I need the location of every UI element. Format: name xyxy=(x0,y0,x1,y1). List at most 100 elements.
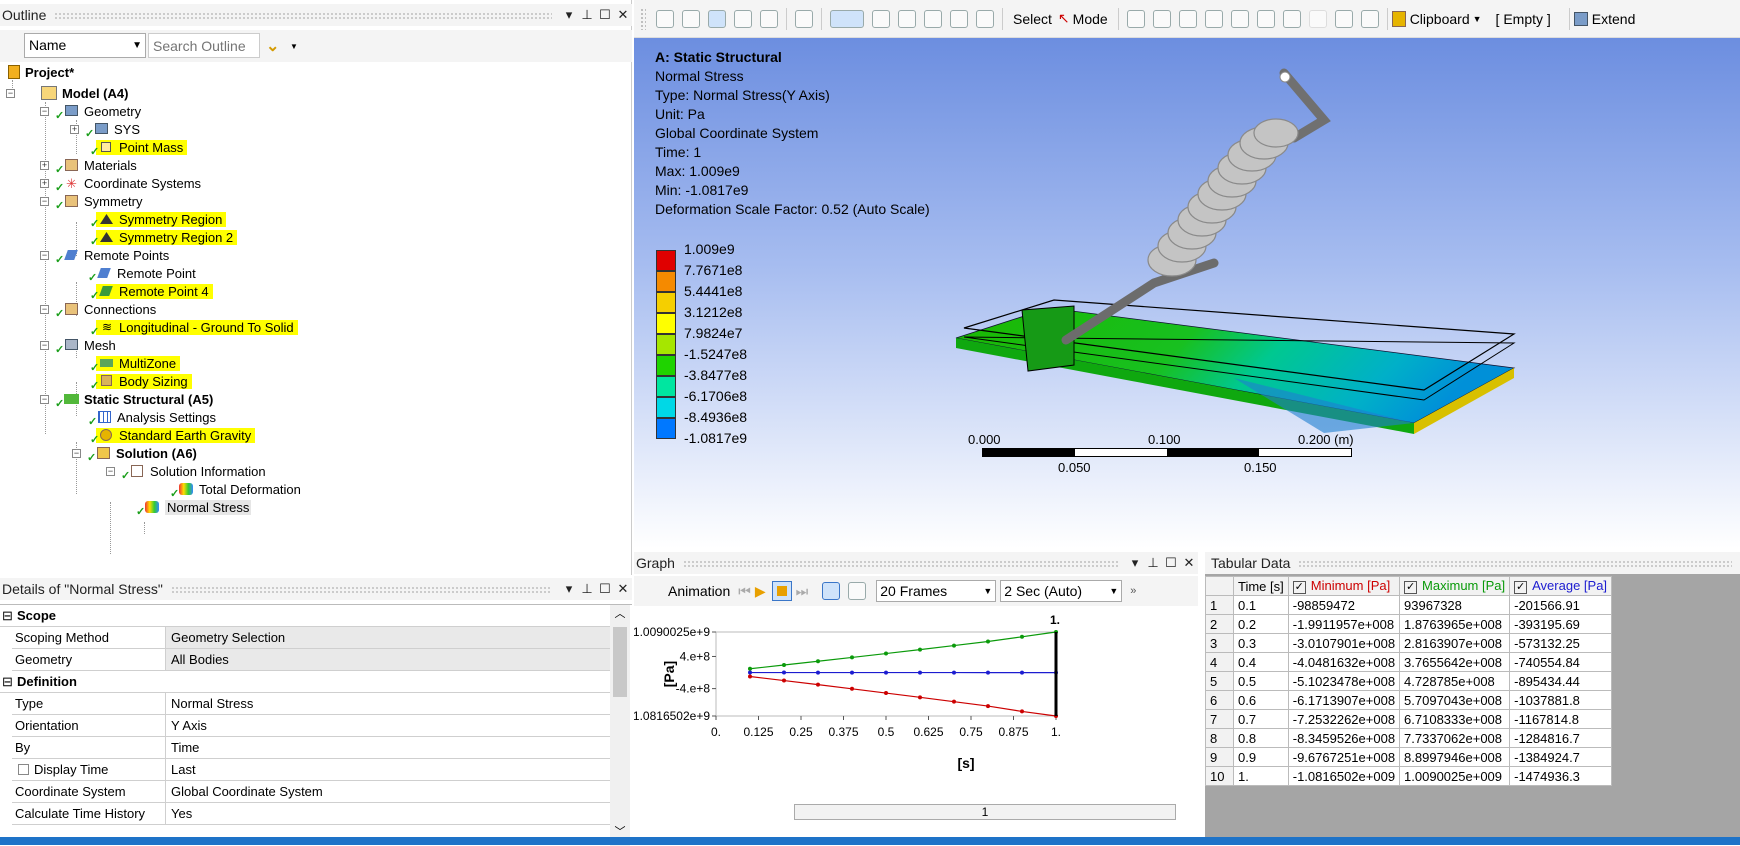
next-frame-icon[interactable]: ⏭ xyxy=(796,583,809,600)
details-scrollbar[interactable]: ︿ ﹀ xyxy=(610,605,630,846)
graphics-viewport[interactable]: A: Static Structural Normal Stress Type:… xyxy=(634,38,1740,548)
details-row[interactable]: OrientationY Axis xyxy=(12,715,610,737)
select-element-icon[interactable] xyxy=(1283,10,1301,28)
header-time[interactable]: Time [s] xyxy=(1234,577,1289,596)
filter-dropdown-icon[interactable]: ▼ xyxy=(290,42,298,51)
select-edge-icon[interactable] xyxy=(1153,10,1171,28)
toolbar-grip[interactable] xyxy=(640,8,646,30)
table-row[interactable]: 60.6-6.1713907e+0085.7097043e+008-103788… xyxy=(1206,691,1612,710)
maximum-checkbox[interactable]: ✓ xyxy=(1404,581,1417,594)
filter-chevron-icon[interactable]: ⌄ xyxy=(266,36,279,56)
tree-item-symmetry[interactable]: − ✓ Symmetry xyxy=(40,192,143,210)
table-row[interactable]: 80.8-8.3459526e+0087.7337062e+008-128481… xyxy=(1206,729,1612,748)
collapse-icon[interactable]: − xyxy=(40,341,49,350)
drag-grip[interactable] xyxy=(171,586,552,593)
frames-select[interactable]: 20 Frames▼ xyxy=(876,580,996,602)
tree-item-static-structural[interactable]: − ✓ Static Structural (A5) xyxy=(40,390,213,408)
scroll-up-icon[interactable]: ︿ xyxy=(610,605,630,623)
collapse-icon[interactable]: − xyxy=(72,449,81,458)
table-row[interactable]: 40.4-4.0481632e+0083.7655642e+008-740554… xyxy=(1206,653,1612,672)
render-mode-icon[interactable] xyxy=(760,10,778,28)
tree-item-multizone[interactable]: ✓MultiZone xyxy=(96,354,180,372)
tree-item-longitudinal[interactable]: ≋✓Longitudinal - Ground To Solid xyxy=(96,318,298,336)
tree-item-geometry[interactable]: − ✓ Geometry xyxy=(40,102,141,120)
select-element-face-icon[interactable] xyxy=(1257,10,1275,28)
duration-select[interactable]: 2 Sec (Auto)▼ xyxy=(1000,580,1122,602)
select-vertex-icon[interactable] xyxy=(1127,10,1145,28)
drag-grip[interactable] xyxy=(54,12,552,19)
expand-icon[interactable]: + xyxy=(40,179,49,188)
drag-grip[interactable] xyxy=(683,560,1118,567)
tree-item-earth-gravity[interactable]: ✓Standard Earth Gravity xyxy=(96,426,255,444)
minimum-checkbox[interactable]: ✓ xyxy=(1293,581,1306,594)
header-minimum[interactable]: ✓Minimum [Pa] xyxy=(1288,577,1399,596)
tree-item-symmetry-region[interactable]: ✓Symmetry Region xyxy=(96,210,226,228)
dropdown-icon[interactable]: ▾ xyxy=(1126,555,1144,571)
select-mesh-icon[interactable] xyxy=(1309,10,1327,28)
table-row[interactable]: 10.1-9885947293967328-201566.91 xyxy=(1206,596,1612,615)
collapse-icon[interactable]: − xyxy=(40,251,49,260)
result-sets-icon[interactable] xyxy=(848,582,866,600)
tree-item-remote-points[interactable]: − ✓ Remote Points xyxy=(40,246,169,264)
filter-select[interactable]: Name ▼ xyxy=(24,33,146,58)
zoom-to-fit-icon[interactable] xyxy=(950,10,968,28)
overflow-icon[interactable]: » xyxy=(1130,585,1136,597)
table-row[interactable]: 50.5-5.1023478e+0084.728785e+008-895434.… xyxy=(1206,672,1612,691)
clipboard-dropdown[interactable]: Clipboard xyxy=(1410,11,1470,27)
tree-item-symmetry-region-2[interactable]: ✓Symmetry Region 2 xyxy=(96,228,237,246)
pin-icon[interactable]: ⊥ xyxy=(578,581,596,597)
table-row[interactable]: 101.-1.0816502e+0091.0090025e+009-147493… xyxy=(1206,767,1612,786)
select-face-icon[interactable] xyxy=(1179,10,1197,28)
tree-item-coordinate-systems[interactable]: + ✳✓ Coordinate Systems xyxy=(40,174,201,192)
tree-item-model[interactable]: − Model (A4) xyxy=(6,84,128,102)
explode-icon[interactable] xyxy=(795,10,813,28)
extend-dropdown[interactable]: Extend xyxy=(1592,11,1636,27)
section-definition[interactable]: ⊟Definition xyxy=(0,671,610,693)
tree-item-solution-information[interactable]: − ✓ Solution Information xyxy=(106,462,266,480)
close-icon[interactable]: ✕ xyxy=(614,581,632,597)
label-icon[interactable] xyxy=(1335,10,1353,28)
pin-icon[interactable]: ⊥ xyxy=(578,7,596,23)
tabular-table[interactable]: Time [s] ✓Minimum [Pa] ✓Maximum [Pa] ✓Av… xyxy=(1205,576,1612,786)
wireframe-view-icon[interactable] xyxy=(734,10,752,28)
zoom-out-icon[interactable] xyxy=(682,10,700,28)
select-node-icon[interactable] xyxy=(1231,10,1249,28)
tree-item-remote-point[interactable]: ✓ Remote Point xyxy=(96,264,196,282)
select-label[interactable]: Select xyxy=(1013,11,1052,27)
details-row[interactable]: Calculate Time HistoryYes xyxy=(12,803,610,825)
tree-item-body-sizing[interactable]: ✓Body Sizing xyxy=(96,372,192,390)
scroll-thumb[interactable] xyxy=(613,627,627,697)
pin-icon[interactable]: ⊥ xyxy=(1144,555,1162,571)
collapse-icon[interactable]: − xyxy=(40,197,49,206)
zoom-icon[interactable] xyxy=(898,10,916,28)
details-row[interactable]: TypeNormal Stress xyxy=(12,693,610,715)
tree-item-mesh[interactable]: − ✓ Mesh xyxy=(40,336,116,354)
tree-item-solution[interactable]: − ✓ Solution (A6) xyxy=(72,444,197,462)
maximize-icon[interactable]: ☐ xyxy=(1162,555,1180,571)
collapse-icon[interactable]: ⊟ xyxy=(2,671,13,692)
header-maximum[interactable]: ✓Maximum [Pa] xyxy=(1400,577,1510,596)
tree-item-project[interactable]: Project* xyxy=(8,63,74,81)
maximize-icon[interactable]: ☐ xyxy=(596,7,614,23)
expand-icon[interactable]: + xyxy=(70,125,79,134)
pan-icon[interactable] xyxy=(872,10,890,28)
table-row[interactable]: 30.3-3.0107901e+0082.8163907e+008-573132… xyxy=(1206,634,1612,653)
tree-item-materials[interactable]: + ✓ Materials xyxy=(40,156,137,174)
tree-item-analysis-settings[interactable]: ✓ Analysis Settings xyxy=(96,408,216,426)
select-body-icon[interactable] xyxy=(1205,10,1223,28)
box-zoom-icon[interactable] xyxy=(924,10,942,28)
previous-frame-icon[interactable]: ⏮ xyxy=(738,583,751,600)
search-input[interactable] xyxy=(148,33,260,58)
table-row[interactable]: 70.7-7.2532262e+0086.7108333e+008-116781… xyxy=(1206,710,1612,729)
header-average[interactable]: ✓Average [Pa] xyxy=(1510,577,1612,596)
table-row[interactable]: 20.2-1.9911957e+0081.8763965e+008-393195… xyxy=(1206,615,1612,634)
annotation-icon[interactable] xyxy=(1361,10,1379,28)
details-row[interactable]: Scoping MethodGeometry Selection xyxy=(12,627,610,649)
play-icon[interactable]: ▶ xyxy=(755,583,766,600)
timeline-slider[interactable]: 1 xyxy=(794,804,1176,820)
expand-icon[interactable]: + xyxy=(40,161,49,170)
tree-item-total-deformation[interactable]: ✓ Total Deformation xyxy=(178,480,301,498)
collapse-icon[interactable]: − xyxy=(40,395,49,404)
dropdown-icon[interactable]: ▾ xyxy=(560,7,578,23)
collapse-icon[interactable]: − xyxy=(40,305,49,314)
